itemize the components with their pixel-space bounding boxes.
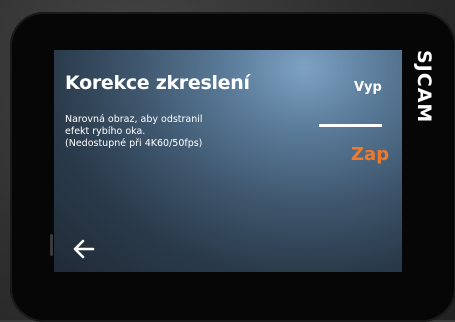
camera-screen: Korekce zkreslení Narovná obraz, aby ods… xyxy=(54,50,402,272)
bezel-slot xyxy=(50,234,53,256)
brand-logo: SJCAM xyxy=(410,50,440,130)
setting-description-line: (Nedostupné při 4K60/50fps) xyxy=(65,138,203,149)
device-shell: SJCAM Korekce zkreslení Narovná obraz, a… xyxy=(0,0,455,322)
setting-description-line: Narovná obraz, aby odstranil xyxy=(65,114,203,125)
brand-logo-text: SJCAM xyxy=(413,50,435,124)
option-divider xyxy=(319,124,382,127)
setting-description-line: efekt rybího oka. xyxy=(65,126,146,137)
arrow-left-icon xyxy=(73,239,95,259)
option-on-button[interactable]: Zap xyxy=(351,144,389,165)
setting-description: Narovná obraz, aby odstranil efekt rybíh… xyxy=(65,114,255,150)
setting-title: Korekce zkreslení xyxy=(65,72,250,94)
option-off-button[interactable]: Vyp xyxy=(354,80,382,95)
back-button[interactable] xyxy=(70,236,98,262)
